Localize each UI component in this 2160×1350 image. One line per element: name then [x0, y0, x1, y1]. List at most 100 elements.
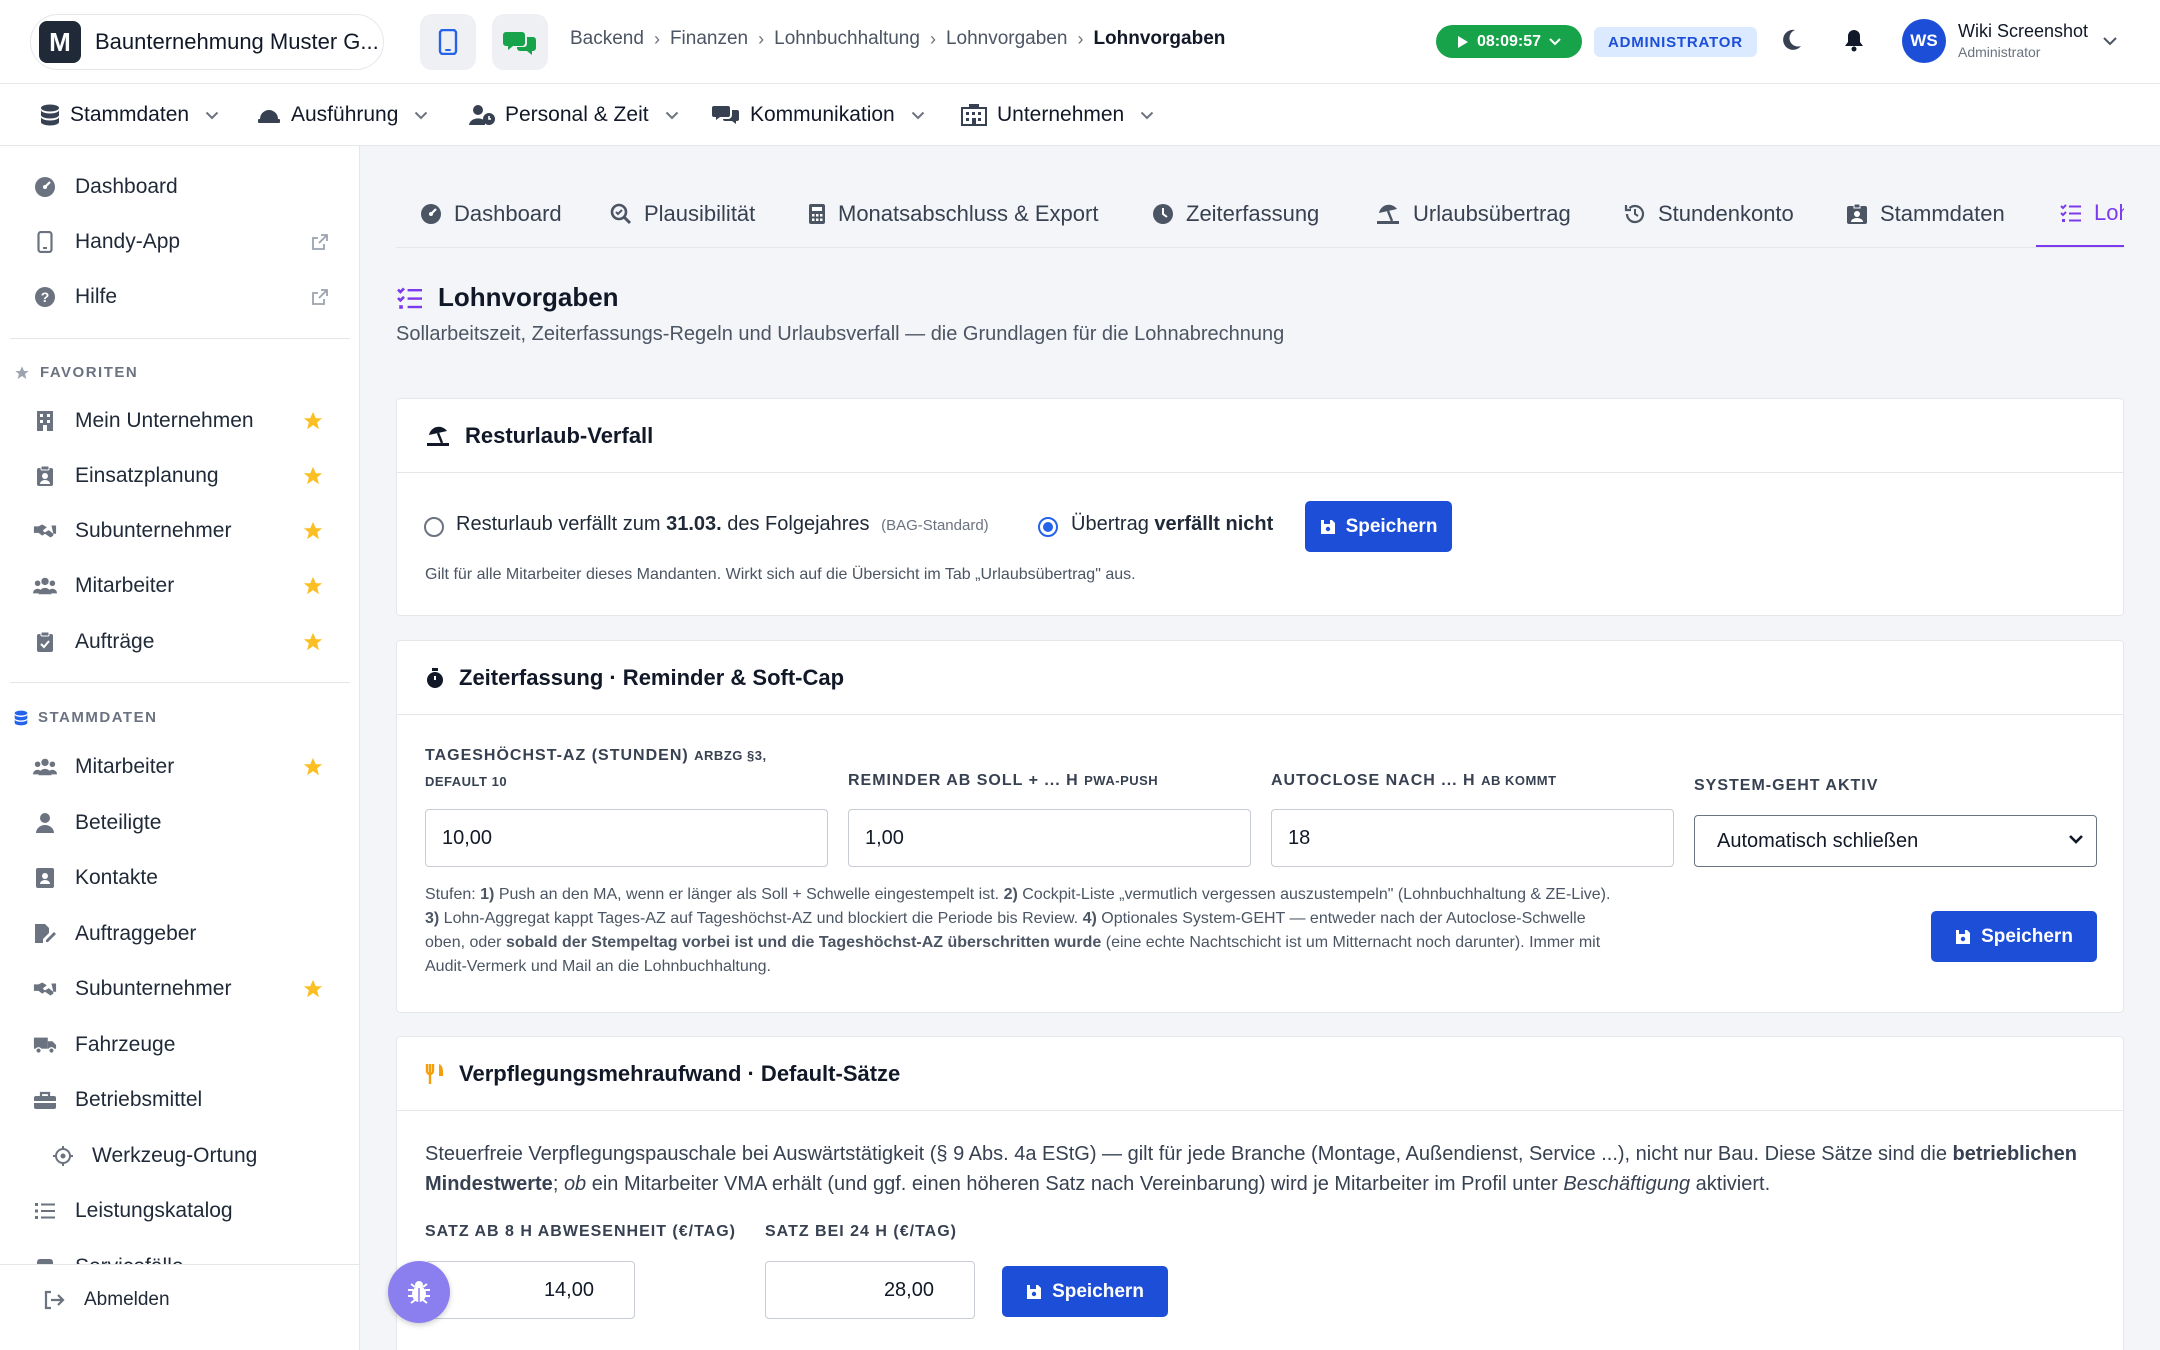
label-hint: PWA-PUSH — [1084, 773, 1159, 788]
sidebar-footer: Abmelden — [0, 1264, 359, 1350]
breadcrumb-lohnbuchhaltung[interactable]: Lohnbuchhaltung — [774, 28, 920, 50]
sidebar-item-fahrzeuge[interactable]: Fahrzeuge — [0, 1020, 359, 1070]
radio-verfall-3103-label[interactable]: Resturlaub verfällt zum 31.03. des Folge… — [456, 513, 989, 536]
tab-urlaubsuebertrag[interactable]: Urlaubsübertrag — [1375, 180, 1571, 247]
list-icon — [35, 1203, 55, 1219]
sidebar-item-label: Mitarbeiter — [75, 574, 175, 597]
logout-button[interactable]: Abmelden — [0, 1275, 359, 1325]
card-title: Verpflegungsmehraufwand · Default-Sätze — [459, 1060, 901, 1086]
chevron-down-icon — [205, 111, 219, 119]
menu-personal-zeit[interactable]: Personal & Zeit — [469, 84, 679, 146]
sign-out-icon — [44, 1290, 65, 1310]
chevron-right-icon: › — [1077, 28, 1084, 49]
sidebar-item-subunternehmer-fav[interactable]: Subunternehmer — [0, 506, 359, 556]
sidebar-item-auftraege[interactable]: Aufträge — [0, 617, 359, 667]
star-icon[interactable] — [302, 410, 324, 432]
breadcrumb-lohnvorgaben[interactable]: Lohnvorgaben — [946, 28, 1068, 50]
menu-stammdaten[interactable]: Stammdaten — [40, 84, 219, 146]
star-icon[interactable] — [302, 756, 324, 778]
system-geht-select[interactable]: Automatisch schließen — [1694, 815, 2097, 867]
notifications-button[interactable] — [1843, 28, 1865, 52]
sidebar-item-label: Leistungskatalog — [75, 1199, 233, 1222]
chevron-down-icon — [911, 111, 924, 119]
radio-verfaellt-nicht-label[interactable]: Übertrag verfällt nicht — [1071, 513, 1273, 536]
sidebar-item-leistungskatalog[interactable]: Leistungskatalog — [0, 1186, 359, 1236]
resturlaub-card: Resturlaub-Verfall Resturlaub verfällt z… — [396, 398, 2124, 616]
star-icon[interactable] — [302, 631, 324, 653]
role-badge: ADMINISTRATOR — [1594, 27, 1757, 57]
menu-ausfuehrung[interactable]: Ausführung — [257, 84, 428, 146]
sidebar-item-mitarbeiter[interactable]: Mitarbeiter — [0, 742, 359, 792]
star-icon[interactable] — [302, 575, 324, 597]
mobile-app-button[interactable] — [420, 14, 476, 70]
sidebar-item-werkzeug-ortung[interactable]: Werkzeug-Ortung — [0, 1131, 359, 1181]
save-zeiterfassung-button[interactable]: Speichern — [1931, 911, 2097, 962]
sidebar-item-beteiligte[interactable]: Beteiligte — [0, 798, 359, 848]
breadcrumb-finanzen[interactable]: Finanzen — [670, 28, 748, 50]
user-name[interactable]: Wiki Screenshot — [1958, 21, 2088, 42]
satz-24h-input[interactable]: 28,00 — [765, 1261, 975, 1319]
sidebar-item-label: Beteiligte — [75, 811, 162, 834]
note-step: 4) — [1082, 910, 1097, 927]
svg-text:?: ? — [41, 289, 50, 305]
autoclose-input[interactable]: 18 — [1271, 809, 1674, 867]
tab-label: Monatsabschluss & Export — [838, 201, 1099, 226]
tab-plausibilitaet[interactable]: Plausibilität — [610, 180, 755, 247]
save-resturlaub-button[interactable]: Speichern — [1305, 501, 1452, 552]
hard-hat-icon — [258, 110, 280, 123]
sidebar-item-kontakte[interactable]: Kontakte — [0, 853, 359, 903]
avatar[interactable]: WS — [1902, 19, 1946, 63]
sidebar-item-dashboard[interactable]: Dashboard — [0, 162, 359, 212]
sidebar-item-betriebsmittel[interactable]: Betriebsmittel — [0, 1075, 359, 1125]
dark-mode-toggle[interactable] — [1781, 28, 1803, 52]
breadcrumb-backend[interactable]: Backend — [570, 28, 644, 50]
sidebar-item-auftraggeber[interactable]: Auftraggeber — [0, 909, 359, 959]
page-title-text: Lohnvorgaben — [438, 282, 619, 312]
breadcrumb: Backend › Finanzen › Lohnbuchhaltung › L… — [570, 28, 1225, 50]
umbrella-beach-icon — [427, 426, 449, 446]
label-date: 31.03. — [666, 513, 722, 535]
sidebar-item-handy-app[interactable]: Handy-App — [0, 217, 359, 267]
radio-verfall-3103[interactable] — [424, 517, 444, 537]
tab-stundenkonto[interactable]: Stundenkonto — [1624, 180, 1794, 247]
save-verpflegung-button[interactable]: Speichern — [1002, 1266, 1168, 1317]
menu-kommunikation[interactable]: Kommunikation — [712, 84, 925, 146]
sidebar-item-mitarbeiter-fav[interactable]: Mitarbeiter — [0, 561, 359, 611]
chevron-down-icon — [1549, 37, 1561, 45]
card-header: Zeiterfassung · Reminder & Soft-Cap — [397, 641, 2123, 715]
user-menu-toggle[interactable] — [2102, 36, 2118, 46]
time-tracking-timer[interactable]: 08:09:57 — [1436, 25, 1582, 58]
menu-unternehmen[interactable]: Unternehmen — [961, 84, 1154, 146]
reminder-input[interactable]: 1,00 — [848, 809, 1251, 867]
top-bar: M Baunternehmung Muster G... Backend › F… — [0, 0, 2160, 84]
user-icon — [36, 813, 54, 833]
list-check-icon — [2060, 203, 2081, 222]
tageshoechst-input[interactable]: 10,00 — [425, 809, 828, 867]
menu-label: Personal & Zeit — [505, 103, 649, 126]
satz-8h-input[interactable]: 14,00 — [425, 1261, 635, 1319]
tab-zeiterfassung[interactable]: Zeiterfassung — [1152, 180, 1319, 247]
tab-monatsabschluss[interactable]: Monatsabschluss & Export — [808, 180, 1099, 247]
list-check-icon — [397, 286, 422, 309]
star-icon[interactable] — [302, 978, 324, 1000]
card-header: Resturlaub-Verfall — [397, 399, 2123, 473]
note-text: Push an den MA, wenn er länger als Soll … — [494, 886, 1004, 903]
tab-stammdaten[interactable]: Stammdaten — [1846, 180, 2005, 247]
sidebar-item-subunternehmer[interactable]: Subunternehmer — [0, 964, 359, 1014]
label-text: Resturlaub verfällt zum — [456, 513, 667, 535]
tab-lohnvorgaben[interactable]: Lohnvorgaben — [2036, 180, 2124, 247]
note-text: Lohn-Aggregat kappt Tages-AZ auf Tageshö… — [439, 910, 1083, 927]
tab-dashboard[interactable]: Dashboard — [420, 180, 562, 247]
sidebar-item-hilfe[interactable]: ? Hilfe — [0, 272, 359, 322]
radio-verfaellt-nicht[interactable] — [1038, 517, 1058, 537]
search-check-icon — [610, 203, 632, 225]
star-icon[interactable] — [302, 465, 324, 487]
company-switcher[interactable]: M Baunternehmung Muster G... — [30, 14, 384, 70]
sidebar-item-label: Werkzeug-Ortung — [92, 1144, 258, 1167]
sidebar-item-mein-unternehmen[interactable]: Mein Unternehmen — [0, 396, 359, 446]
chat-button[interactable] — [492, 14, 548, 70]
star-icon[interactable] — [302, 520, 324, 542]
bug-report-button[interactable] — [388, 1261, 450, 1323]
menu-label: Ausführung — [291, 103, 399, 126]
sidebar-item-einsatzplanung[interactable]: Einsatzplanung — [0, 451, 359, 501]
